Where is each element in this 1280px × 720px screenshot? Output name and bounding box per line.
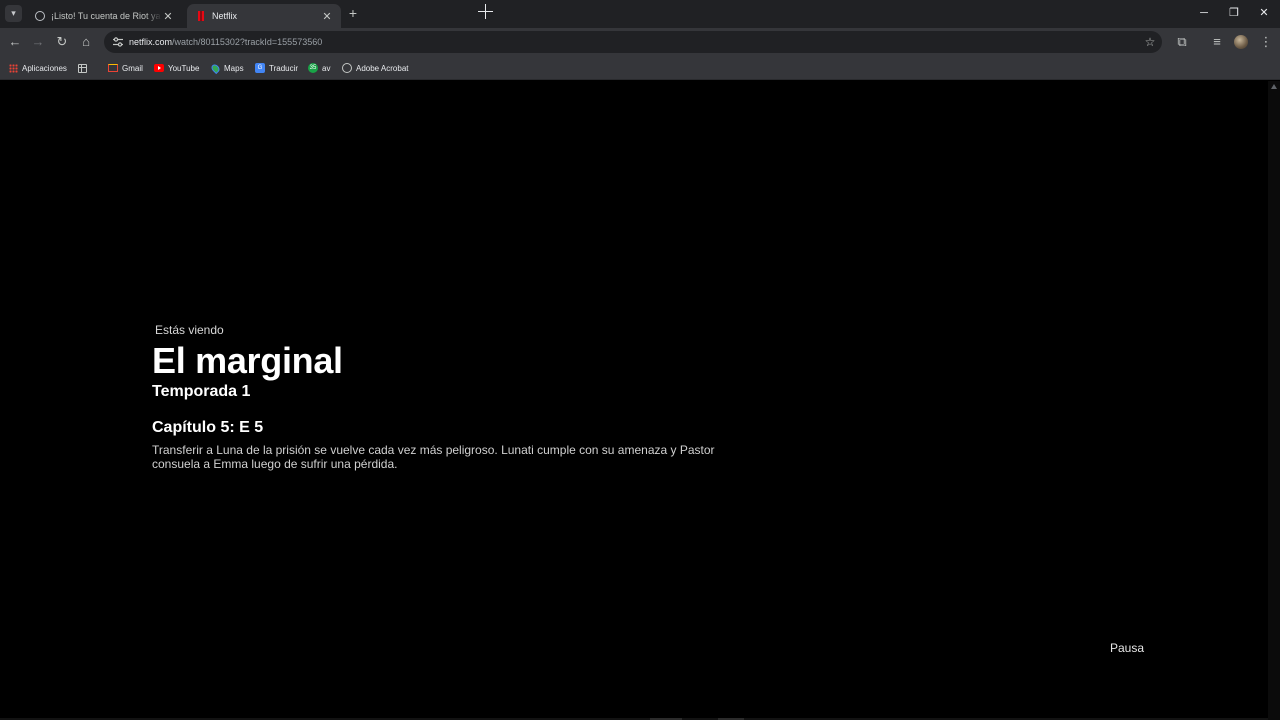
address-bar[interactable]: netflix.com/watch/80115302?trackId=15557… bbox=[104, 31, 1162, 53]
maps-icon bbox=[209, 62, 221, 74]
watching-label: Estás viendo bbox=[155, 323, 224, 337]
url-text[interactable]: netflix.com/watch/80115302?trackId=15557… bbox=[129, 31, 322, 53]
close-icon[interactable]: ✕ bbox=[321, 10, 333, 23]
forward-button[interactable]: → bbox=[30, 34, 46, 50]
scroll-up-arrow-icon[interactable] bbox=[1271, 84, 1277, 89]
gmail-icon bbox=[108, 63, 118, 73]
tab-search-button[interactable]: ▾ bbox=[5, 5, 22, 22]
url-path: /watch/80115302?trackId=155573560 bbox=[172, 37, 323, 47]
profile-avatar[interactable] bbox=[1234, 35, 1248, 49]
new-tab-button[interactable]: + bbox=[346, 6, 360, 20]
close-icon[interactable]: ✕ bbox=[162, 10, 174, 23]
crosshair-cursor-icon bbox=[478, 4, 493, 19]
bookmark-star-icon[interactable]: ☆ bbox=[1142, 34, 1158, 50]
tab-groups-icon bbox=[77, 63, 87, 73]
kebab-menu-icon[interactable]: ⋮ bbox=[1258, 34, 1274, 50]
episode-info-overlay: Estás viendo El marginal Temporada 1 Cap… bbox=[152, 323, 752, 471]
tab-strip: ▾ ¡Listo! Tu cuenta de Riot ya está ✕ Ne… bbox=[0, 0, 1280, 28]
tab-title: ¡Listo! Tu cuenta de Riot ya está bbox=[51, 11, 162, 21]
bookmark-label: Gmail bbox=[122, 63, 143, 73]
tab-netflix[interactable]: Netflix ✕ bbox=[187, 4, 341, 28]
bookmark-label: Adobe Acrobat bbox=[356, 63, 409, 73]
youtube-icon bbox=[154, 63, 164, 73]
window-close-button[interactable]: ✕ bbox=[1257, 6, 1271, 20]
bookmark-label: Traducir bbox=[269, 63, 299, 73]
apps-grid-icon bbox=[8, 63, 18, 73]
episode-title: Capítulo 5: E 5 bbox=[152, 419, 264, 436]
scrollbar[interactable] bbox=[1268, 81, 1280, 720]
bookmark-adobe-acrobat[interactable]: Adobe Acrobat bbox=[342, 60, 408, 76]
bookmarks-bar: Aplicaciones Gmail YouTube Maps G Traduc… bbox=[0, 56, 1280, 80]
bookmark-aplicaciones[interactable]: Aplicaciones bbox=[8, 60, 67, 76]
restore-button[interactable]: ❐ bbox=[1227, 6, 1241, 20]
bookmark-traducir[interactable]: G Traducir bbox=[255, 60, 298, 76]
av-badge: 35 bbox=[308, 63, 318, 73]
browser-toolbar: ← → ↻ ⌂ netflix.com/watch/80115302?track… bbox=[0, 28, 1280, 56]
pause-label: Pausa bbox=[1110, 641, 1145, 655]
bookmark-gmail[interactable]: Gmail bbox=[108, 60, 143, 76]
bookmark-maps[interactable]: Maps bbox=[209, 60, 244, 76]
bookmark-label: YouTube bbox=[168, 63, 200, 73]
back-button[interactable]: ← bbox=[7, 34, 23, 50]
bookmark-tab-groups[interactable] bbox=[77, 60, 91, 76]
reload-button[interactable]: ↻ bbox=[54, 34, 70, 50]
home-button[interactable]: ⌂ bbox=[78, 34, 94, 50]
tab-title: Netflix bbox=[212, 11, 238, 21]
season-label: Temporada 1 bbox=[152, 383, 251, 400]
url-host: netflix.com bbox=[129, 37, 173, 47]
site-settings-icon[interactable] bbox=[112, 36, 124, 48]
bookmark-label: av bbox=[322, 63, 331, 73]
chevron-down-icon: ▾ bbox=[11, 8, 16, 18]
acrobat-icon bbox=[342, 63, 352, 73]
translate-icon: G bbox=[255, 63, 265, 73]
globe-icon bbox=[34, 11, 45, 22]
minimize-button[interactable]: ─ bbox=[1197, 6, 1211, 20]
tab-riot[interactable]: ¡Listo! Tu cuenta de Riot ya está ✕ bbox=[26, 4, 182, 28]
bookmark-av[interactable]: 35 av bbox=[308, 60, 330, 76]
episode-synopsis: Transferir a Luna de la prisión se vuelv… bbox=[152, 443, 715, 471]
video-player[interactable]: Estás viendo El marginal Temporada 1 Cap… bbox=[0, 81, 1280, 720]
show-title: El marginal bbox=[152, 340, 343, 381]
netflix-icon bbox=[195, 11, 206, 22]
av-icon: 35 bbox=[308, 63, 318, 73]
bookmark-label: Maps bbox=[224, 63, 244, 73]
extensions-icon[interactable]: ⧉ bbox=[1174, 34, 1190, 50]
bookmark-label: Aplicaciones bbox=[22, 63, 67, 73]
bookmark-youtube[interactable]: YouTube bbox=[154, 60, 199, 76]
media-controls-icon[interactable]: ≡ bbox=[1209, 34, 1225, 50]
